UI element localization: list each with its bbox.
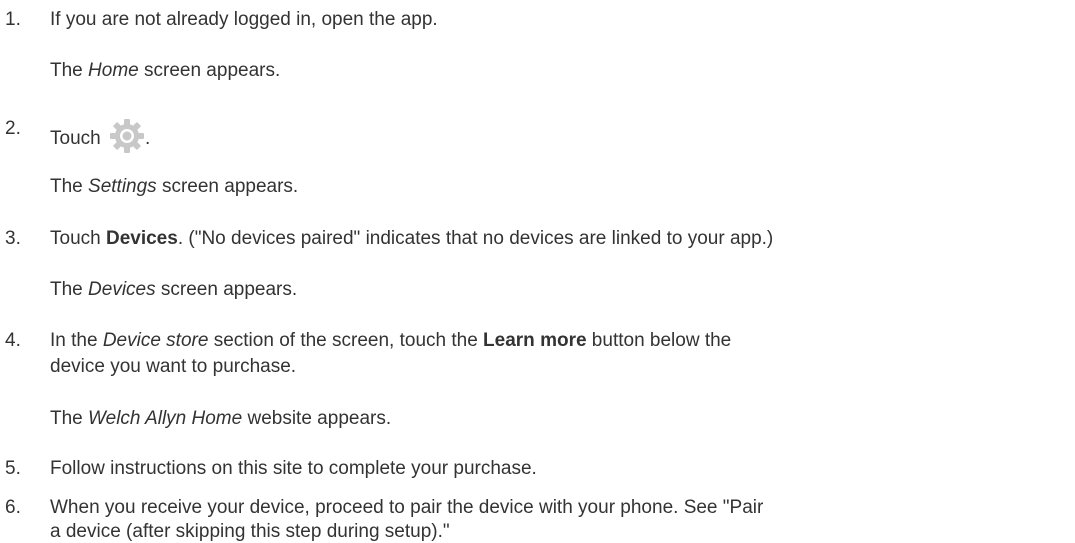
screen-name: Settings	[88, 176, 157, 197]
step-4-result: The Welch Allyn Home website appears.	[50, 408, 392, 429]
step-number: 6.	[5, 497, 21, 518]
step-text: If you are not already logged in, open t…	[50, 9, 438, 30]
step-text: Follow instructions on this site to comp…	[50, 458, 537, 479]
step-number: 3.	[5, 228, 21, 249]
step-text: In the Device store section of the scree…	[50, 330, 732, 351]
instruction-page: { "steps": [ { "number": "1.", "text": "…	[0, 0, 1075, 542]
step-text: Touch .	[50, 118, 150, 154]
step-text: device you want to purchase.	[50, 356, 297, 377]
screen-name: Home	[88, 60, 139, 81]
step-text: Touch Devices. ("No devices paired" indi…	[50, 228, 774, 249]
step-number: 4.	[5, 330, 21, 351]
screen-name: Devices	[88, 279, 156, 300]
step-number: 1.	[5, 9, 21, 30]
ui-term: Learn more	[483, 330, 587, 351]
step-1-result: The Home screen appears.	[50, 60, 281, 81]
step-text: a device (after skipping this step durin…	[50, 521, 450, 542]
gear-icon	[109, 119, 144, 153]
ui-term: Devices	[105, 228, 178, 249]
step-text: When you receive your device, proceed to…	[50, 497, 764, 518]
step-number: 2.	[5, 118, 21, 139]
step-number: 5.	[5, 458, 21, 479]
section-name: Device store	[102, 330, 209, 351]
site-name: Welch Allyn Home	[88, 408, 243, 429]
step-3-result: The Devices screen appears.	[50, 279, 298, 300]
step-2-result: The Settings screen appears.	[50, 176, 299, 197]
